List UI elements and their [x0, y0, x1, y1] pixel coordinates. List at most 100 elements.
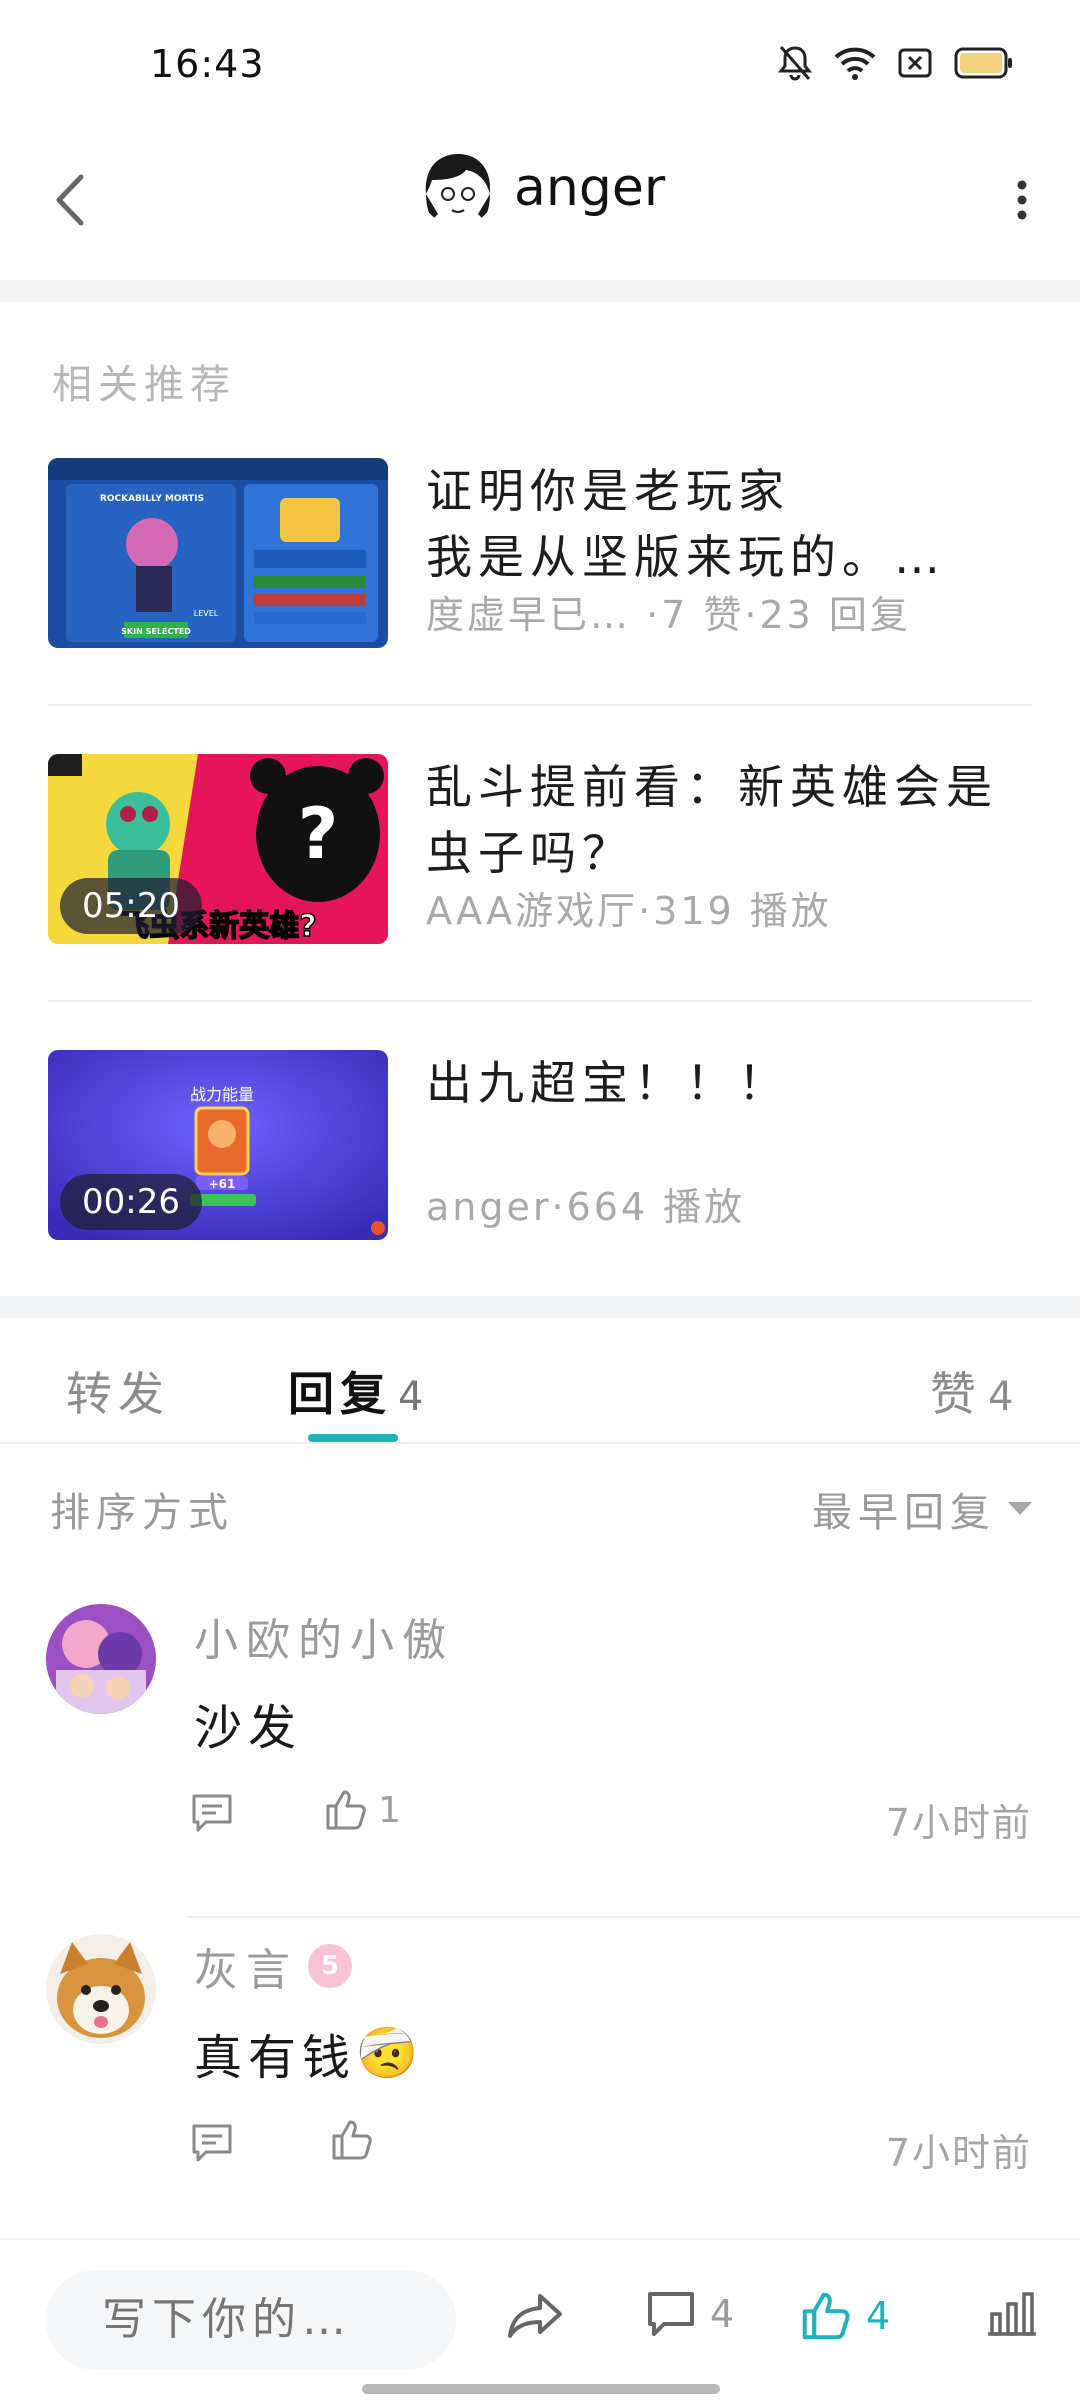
video-info[interactable]: 乱斗提前看：新英雄会是虫子吗？ AAA游戏厅·319 播放 — [426, 754, 1036, 936]
video-thumbnail[interactable]: 战力能量 +61 00:26 — [48, 1050, 388, 1240]
thumb-caption: 战力能量 — [190, 1085, 254, 1104]
thumb-caption: LEVEL — [194, 609, 219, 618]
reply-input[interactable] — [46, 2270, 456, 2370]
post-subtitle-line: 我是从坚版来玩的。… — [426, 530, 946, 584]
comment-item: 灰言 5 真有钱 🤕 7小时前 — [0, 1934, 1080, 2264]
commenter-avatar[interactable] — [46, 1604, 156, 1714]
like-comment-button[interactable] — [330, 2118, 384, 2162]
reply-comment-button[interactable] — [190, 2122, 234, 2168]
likes-count: 4 — [866, 2294, 891, 2338]
thumb-caption: ? — [298, 793, 339, 875]
tab-reply[interactable]: 回复 4 — [288, 1358, 423, 1424]
tab-reply-label: 回复 — [288, 1367, 392, 1421]
sort-row: 排序方式 最早回复 — [0, 1444, 1080, 1564]
comment-text: 真有钱 🤕 — [194, 2018, 418, 2088]
video-duration: 00:26 — [60, 1174, 202, 1230]
chevron-left-icon — [56, 174, 84, 226]
tab-forward-label: 转发 — [66, 1367, 170, 1421]
status-icons — [778, 44, 1014, 82]
sort-value: 最早回复 — [812, 1490, 996, 1536]
tab-like-count: 4 — [988, 1374, 1014, 1420]
video-meta: AAA游戏厅·319 播放 — [426, 889, 832, 933]
post-thumbnail[interactable]: ROCKABILLY MORTIS SKIN SELECTED LEVEL — [48, 458, 388, 648]
interaction-tabs: 转发 回复 4 赞4 — [0, 1318, 1080, 1444]
video-info[interactable]: 出九超宝！！！ anger·664 播放 — [426, 1050, 1036, 1232]
comment-time: 7小时前 — [885, 2131, 1032, 2175]
list-divider — [48, 1000, 1032, 1002]
back-button[interactable] — [40, 160, 100, 240]
top-app-bar: anger — [0, 130, 1080, 280]
section-divider — [0, 1296, 1080, 1318]
like-comment-button[interactable]: 1 — [324, 1788, 401, 1832]
post-info[interactable]: 证明你是老玩家 我是从坚版来玩的。… 度虚早已… ·7 赞·23 回复 — [426, 458, 1036, 640]
comment-time: 7小时前 — [885, 1801, 1032, 1845]
mute-bell-icon — [778, 44, 812, 82]
status-bar: 16:43 — [0, 0, 1080, 130]
related-section-title: 相关推荐 — [52, 362, 236, 408]
comment-divider — [186, 1916, 1080, 1918]
share-arrow-icon — [508, 2294, 562, 2338]
comment-icon — [192, 2124, 232, 2162]
post-meta: 度虚早已… ·7 赞·23 回复 — [426, 593, 911, 637]
tab-like-label: 赞 — [930, 1367, 982, 1421]
post-title-line: 证明你是老玩家 — [426, 464, 790, 518]
comment-text: 沙发 — [194, 1700, 303, 1756]
recommended-video[interactable]: 战力能量 +61 00:26 出九超宝！！！ anger·664 播放 — [48, 1050, 1032, 1240]
status-time: 16:43 — [150, 42, 265, 86]
comments-button[interactable]: 4 — [646, 2290, 734, 2338]
thumbs-up-icon — [326, 1790, 366, 1830]
commenter-name-text: 灰言 — [194, 1945, 298, 1996]
stats-button[interactable] — [986, 2290, 1038, 2338]
caret-down-icon — [1008, 1502, 1032, 1515]
header-user[interactable]: anger — [420, 150, 665, 226]
active-tab-indicator — [308, 1434, 398, 1442]
video-meta: anger·664 播放 — [426, 1185, 746, 1229]
reply-comment-button[interactable] — [190, 1792, 234, 1838]
commenter-name[interactable]: 小欧的小傲 — [194, 1604, 454, 1668]
sim-off-icon — [898, 48, 932, 78]
list-divider — [48, 704, 1032, 706]
comments-count: 4 — [710, 2292, 735, 2336]
header-avatar[interactable] — [420, 150, 496, 226]
thumb-caption: +61 — [209, 1177, 236, 1191]
commenter-avatar[interactable] — [46, 1934, 156, 2044]
commenter-name[interactable]: 灰言 5 — [194, 1934, 352, 1998]
post-title[interactable]: 证明你是老玩家 我是从坚版来玩的。… — [426, 458, 1036, 590]
thumb-caption: SKIN SELECTED — [121, 627, 191, 636]
like-button[interactable]: 4 — [800, 2290, 890, 2342]
comment-like-count: 1 — [378, 1789, 401, 1831]
bottom-action-bar: 4 4 — [0, 2238, 1080, 2400]
comment-text-body: 真有钱 — [194, 2030, 357, 2086]
share-button[interactable] — [506, 2290, 564, 2340]
more-vertical-icon — [1017, 180, 1027, 220]
sort-dropdown[interactable]: 最早回复 — [812, 1480, 1032, 1538]
tab-forward[interactable]: 转发 — [66, 1358, 170, 1424]
battery-icon — [954, 47, 1014, 79]
bar-chart-icon — [988, 2292, 1036, 2336]
recommended-video[interactable]: ? 飞虫系新英雄? 05:20 乱斗提前看：新英雄会是虫子吗？ AAA游戏厅·3… — [48, 754, 1032, 944]
video-title[interactable]: 出九超宝！！！ — [426, 1050, 1036, 1182]
thumbs-up-icon — [802, 2292, 850, 2340]
comment-actions: 7小时前 — [190, 2114, 1032, 2184]
wifi-icon — [834, 46, 876, 80]
comment-icon — [648, 2292, 694, 2336]
header-username[interactable]: anger — [514, 158, 665, 218]
home-indicator[interactable] — [362, 2384, 720, 2394]
section-divider — [0, 280, 1080, 302]
video-title[interactable]: 乱斗提前看：新英雄会是虫子吗？ — [426, 754, 1036, 886]
tab-like[interactable]: 赞4 — [930, 1358, 1013, 1424]
video-thumbnail[interactable]: ? 飞虫系新英雄? 05:20 — [48, 754, 388, 944]
more-options-button[interactable] — [992, 160, 1052, 240]
tab-reply-count: 4 — [398, 1374, 424, 1420]
comment-icon — [192, 1794, 232, 1832]
thumb-caption: ROCKABILLY MORTIS — [100, 494, 204, 504]
comment-item: 小欧的小傲 沙发 1 7小时前 — [0, 1604, 1080, 1934]
thumbs-up-icon — [332, 2120, 372, 2160]
video-duration: 05:20 — [60, 878, 202, 934]
comment-actions: 1 7小时前 — [190, 1784, 1032, 1854]
sort-label: 排序方式 — [50, 1490, 234, 1536]
recommended-post[interactable]: ROCKABILLY MORTIS SKIN SELECTED LEVEL 证明… — [48, 458, 1032, 648]
level-badge: 5 — [308, 1944, 352, 1988]
commenter-name-text: 小欧的小傲 — [194, 1615, 454, 1666]
bandaged-face-emoji: 🤕 — [356, 2023, 419, 2082]
